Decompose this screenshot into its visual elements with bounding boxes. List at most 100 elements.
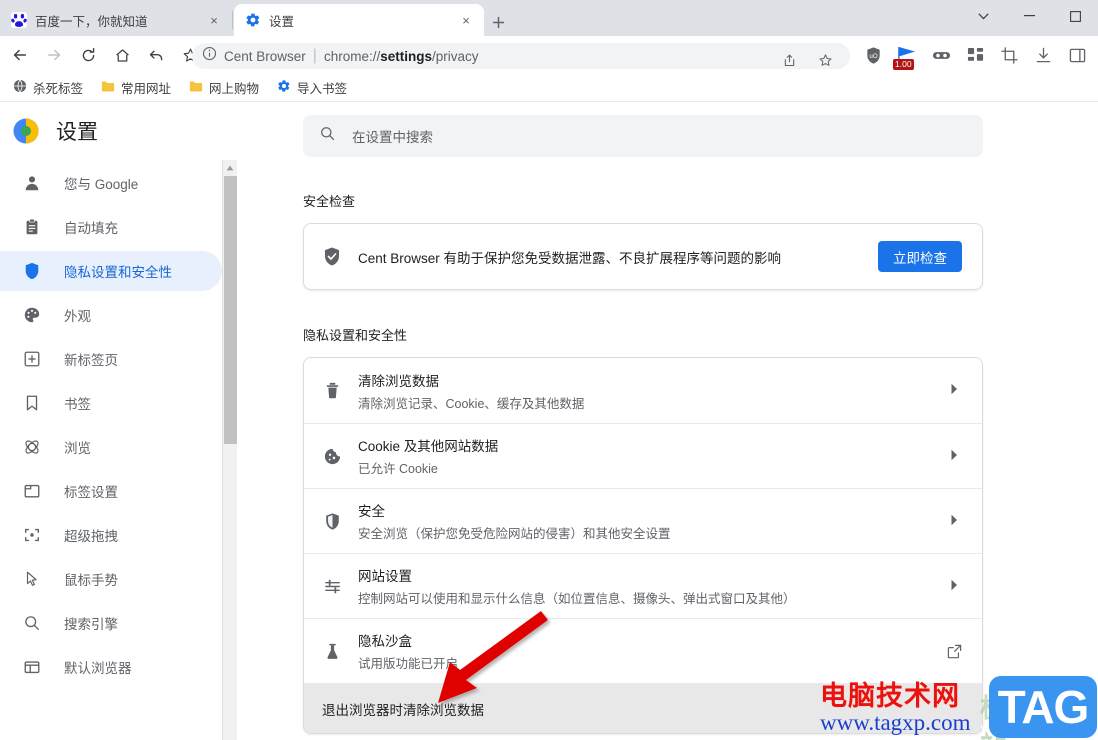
sidepanel-icon[interactable] [1063, 41, 1091, 69]
row-subtitle: 安全浏览（保护您免受危险网站的侵害）和其他安全设置 [358, 527, 671, 541]
external-link-icon[interactable] [944, 644, 964, 659]
reload-icon[interactable] [74, 41, 102, 69]
browser-window: 百度一下，你就知道 × 设置 × Cent Browser | chrome:/… [0, 0, 1098, 740]
sidebar-item-you-and-google[interactable]: 您与 Google [0, 163, 222, 203]
scrollbar-thumb[interactable] [224, 176, 237, 444]
home-icon[interactable] [108, 41, 136, 69]
sidebar-item-default-browser[interactable]: 默认浏览器 [0, 647, 222, 687]
row-clear-browsing-data[interactable]: 清除浏览数据 清除浏览记录、Cookie、缓存及其他数据 [304, 358, 982, 423]
sidebar-item-label: 您与 Google [64, 177, 139, 192]
sidebar-item-label: 外观 [64, 309, 91, 324]
sidebar-item-browse[interactable]: 浏览 [0, 427, 222, 467]
tab-icon [22, 481, 42, 501]
privacy-settings-card: 清除浏览数据 清除浏览记录、Cookie、缓存及其他数据 Cookie 及其他网… [303, 357, 983, 734]
clipboard-icon [22, 217, 42, 237]
star-outline-icon[interactable] [811, 46, 839, 74]
search-settings-bar[interactable]: 在设置中搜索 [303, 115, 983, 157]
settings-content: 在设置中搜索 安全检查 Cent Browser 有助于保护您免受数据泄露、不良… [238, 103, 1098, 740]
content-scrollbar[interactable] [222, 160, 237, 740]
safety-check-description: Cent Browser 有助于保护您免受数据泄露、不良扩展程序等问题的影响 [358, 250, 782, 266]
row-privacy-sandbox[interactable]: 隐私沙盒 试用版功能已开启 [304, 618, 982, 683]
sidebar-item-new-tab-page[interactable]: 新标签页 [0, 339, 222, 379]
browse-icon [22, 437, 42, 457]
chevron-right-icon[interactable] [944, 514, 964, 529]
bookmark-icon [22, 393, 42, 413]
sidebar-item-appearance[interactable]: 外观 [0, 295, 222, 335]
chevron-right-icon[interactable] [944, 449, 964, 464]
shield-icon [22, 261, 42, 281]
sidebar-item-autofill[interactable]: 自动填充 [0, 207, 222, 247]
bookmark-item[interactable]: 导入书签 [270, 75, 354, 100]
row-cookies-and-site-data[interactable]: Cookie 及其他网站数据 已允许 Cookie [304, 423, 982, 488]
settings-header: 设置 [0, 103, 222, 159]
shield-check-icon [322, 247, 342, 267]
goggles-icon[interactable] [927, 41, 955, 69]
row-subtitle: 控制网站可以使用和显示什么信息（如位置信息、摄像头、弹出式窗口及其他） [358, 592, 796, 606]
tab-separator [232, 11, 233, 29]
sidebar-item-label: 隐私设置和安全性 [64, 265, 172, 280]
tab-baidu[interactable]: 百度一下，你就知道 × [0, 4, 232, 36]
extension-badge: 1.00 [893, 59, 914, 70]
row-title: Cookie 及其他网站数据 [358, 439, 499, 454]
minimize-icon[interactable] [1006, 0, 1052, 32]
person-icon [22, 173, 42, 193]
row-body: 隐私沙盒 试用版功能已开启 [358, 630, 928, 672]
privacy-section-heading: 隐私设置和安全性 [303, 328, 408, 343]
page-title: 设置 [56, 121, 98, 144]
bookmark-label: 杀死标签 [33, 82, 84, 96]
tab-settings[interactable]: 设置 × [234, 4, 484, 36]
row-security[interactable]: 安全 安全浏览（保护您免受危险网站的侵害）和其他安全设置 [304, 488, 982, 553]
info-circle-icon[interactable] [202, 46, 217, 66]
maximize-icon[interactable] [1052, 0, 1098, 32]
row-body: Cookie 及其他网站数据 已允许 Cookie [358, 435, 928, 477]
share-icon[interactable] [775, 46, 803, 74]
sidebar-item-mouse-gestures[interactable]: 鼠标手势 [0, 559, 222, 599]
row-title: 隐私沙盒 [358, 634, 412, 649]
shield-outline-icon [322, 511, 342, 531]
close-icon[interactable]: × [458, 12, 474, 28]
omnibox-divider: | [312, 47, 317, 64]
grid-apps-icon[interactable] [961, 41, 989, 69]
bookmark-item[interactable]: 网上购物 [182, 75, 266, 100]
new-tab-button[interactable] [484, 8, 512, 36]
sidebar-item-search-engine[interactable]: 搜索引擎 [0, 603, 222, 643]
chevron-down-icon[interactable] [960, 0, 1006, 32]
forward-arrow-icon[interactable] [40, 41, 68, 69]
sidebar-item-super-drag[interactable]: 超级拖拽 [0, 515, 222, 555]
flask-icon [322, 641, 342, 661]
chevron-right-icon[interactable] [944, 383, 964, 398]
bookmark-item[interactable]: 常用网址 [94, 75, 178, 100]
row-title: 清除浏览数据 [358, 373, 439, 389]
sidebar-item-tab-settings[interactable]: 标签设置 [0, 471, 222, 511]
bookmark-item[interactable]: 杀死标签 [6, 75, 90, 100]
tab-title: 百度一下，你就知道 [35, 14, 148, 29]
back-arrow-icon[interactable] [6, 41, 34, 69]
download-icon[interactable] [1029, 41, 1057, 69]
sidebar-item-label: 浏览 [64, 441, 91, 456]
blue-flag-icon[interactable]: 1.00 [893, 41, 921, 70]
search-input[interactable]: 在设置中搜索 [352, 126, 433, 146]
row-subtitle: 已允许 Cookie [358, 462, 438, 476]
undo-icon[interactable] [142, 41, 170, 69]
address-bar[interactable]: Cent Browser | chrome://settings/privacy [192, 43, 850, 69]
safety-check-row: Cent Browser 有助于保护您免受数据泄露、不良扩展程序等问题的影响 立… [304, 224, 982, 289]
close-icon[interactable]: × [206, 12, 222, 28]
ublock-shield-icon[interactable]: uO [859, 41, 887, 69]
sidebar-item-label: 默认浏览器 [64, 661, 132, 676]
chevron-right-icon[interactable] [944, 579, 964, 594]
search-icon [22, 613, 42, 633]
scroll-up-arrow-icon[interactable] [223, 160, 237, 175]
crop-icon[interactable] [995, 41, 1023, 69]
sidebar-item-privacy-and-security[interactable]: 隐私设置和安全性 [0, 251, 222, 291]
folder-icon [101, 80, 115, 96]
sidebar-item-label: 鼠标手势 [64, 573, 118, 588]
sidebar-item-label: 超级拖拽 [64, 529, 118, 544]
row-site-settings[interactable]: 网站设置 控制网站可以使用和显示什么信息（如位置信息、摄像头、弹出式窗口及其他） [304, 553, 982, 618]
extension-icons: uO 1.00 [856, 41, 1098, 70]
row-clear-data-on-exit[interactable]: 退出浏览器时清除浏览数据 [304, 683, 982, 733]
run-safety-check-button[interactable]: 立即检查 [878, 241, 962, 272]
bookmark-label: 常用网址 [121, 82, 172, 96]
sidebar-item-bookmarks[interactable]: 书签 [0, 383, 222, 423]
palette-icon [22, 305, 42, 325]
sidebar-item-label: 自动填充 [64, 221, 118, 236]
